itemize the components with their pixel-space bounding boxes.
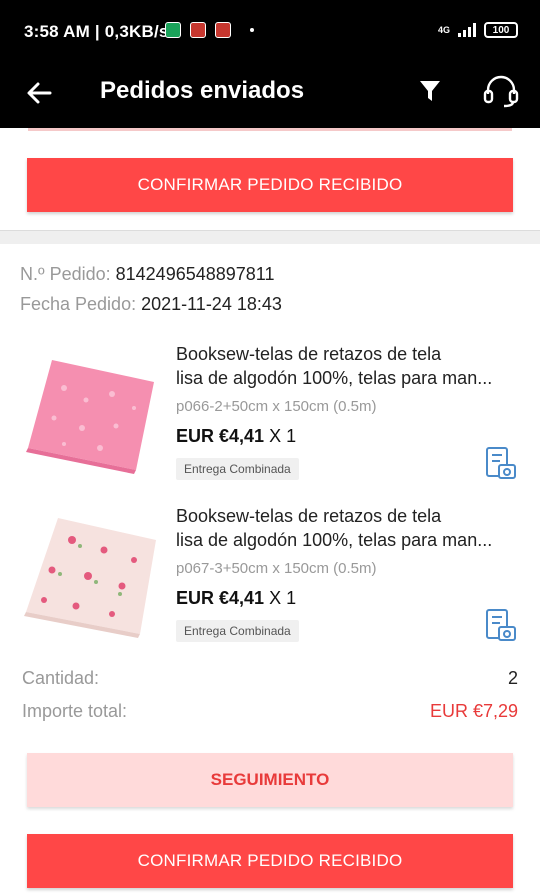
tracking-label: SEGUIMIENTO [210,770,330,789]
confirm-received-label: CONFIRMAR PEDIDO RECIBIDO [137,851,403,870]
confirm-received-label: CONFIRMAR PEDIDO RECIBIDO [137,175,403,194]
order-date: Fecha Pedido: 2021-11-24 18:43 [20,294,282,315]
order-date-label: Fecha Pedido: [20,294,137,314]
document-camera-icon[interactable] [484,446,518,482]
order-number: N.º Pedido: 8142496548897811 [20,264,274,285]
status-right: 4G 100 [438,22,518,38]
status-time: 3:58 AM | 0,3KB/s [24,22,169,41]
product-price-value: EUR €4,41 [176,588,265,608]
product-variant: p066-2+50cm x 150cm (0.5m) [176,398,377,415]
total-value: EUR €7,29 [429,701,518,721]
youtube-icon [215,22,231,38]
youtube-icon [190,22,206,38]
app-header: Pedidos enviados [0,62,540,128]
product-title-line2: lisa de algodón 100%, telas para man... [176,368,493,388]
product-image[interactable] [24,348,160,478]
product-quantity: X 1 [269,426,297,446]
order-divider [0,230,540,244]
product-title[interactable]: Booksew-telas de retazos de tela lisa de… [176,342,516,390]
combined-delivery-badge: Entrega Combinada [176,458,299,480]
product-quantity: X 1 [269,588,297,608]
product-price: EUR €4,41 X 1 [176,588,296,609]
product-image[interactable] [24,510,160,640]
order-number-label: N.º Pedido: [20,264,111,284]
quantity-label: Cantidad: [22,668,100,688]
product-variant: p067-3+50cm x 150cm (0.5m) [176,560,377,577]
tracking-button[interactable]: SEGUIMIENTO [27,753,513,807]
order-date-value: 2021-11-24 18:43 [141,294,282,314]
shield-icon [165,22,181,38]
filter-icon[interactable] [418,78,442,104]
product-title[interactable]: Booksew-telas de retazos de tela lisa de… [176,504,516,552]
order-number-value: 8142496548897811 [115,264,275,284]
previous-order-edge [0,128,540,134]
confirm-received-button[interactable]: CONFIRMAR PEDIDO RECIBIDO [27,834,513,888]
order-item[interactable]: Booksew-telas de retazos de tela lisa de… [0,500,540,650]
quantity-row: Cantidad: 2 [22,668,518,689]
battery-level: 100 [492,24,510,36]
total-label: Importe total: [22,701,128,721]
battery-icon: 100 [484,22,518,38]
product-title-line1: Booksew-telas de retazos de tela [176,344,442,364]
order-item[interactable]: Booksew-telas de retazos de tela lisa de… [0,338,540,488]
document-camera-icon[interactable] [484,608,518,644]
notification-icons [165,22,254,38]
network-type: 4G [437,25,450,35]
product-title-line1: Booksew-telas de retazos de tela [176,506,442,526]
status-bar: 3:58 AM | 0,3KB/s 4G 100 [0,0,540,62]
quantity-value: 2 [507,668,518,688]
more-notifications-icon [250,28,254,32]
confirm-received-button[interactable]: CONFIRMAR PEDIDO RECIBIDO [27,158,513,212]
product-price-value: EUR €4,41 [176,426,265,446]
page-title: Pedidos enviados [100,77,305,104]
product-title-line2: lisa de algodón 100%, telas para man... [176,530,493,550]
combined-delivery-badge: Entrega Combinada [176,620,299,642]
back-arrow-icon[interactable] [24,78,54,108]
headset-icon[interactable] [482,74,520,108]
product-price: EUR €4,41 X 1 [176,426,296,447]
signal-icon [458,23,476,37]
total-row: Importe total: EUR €7,29 [22,701,518,722]
